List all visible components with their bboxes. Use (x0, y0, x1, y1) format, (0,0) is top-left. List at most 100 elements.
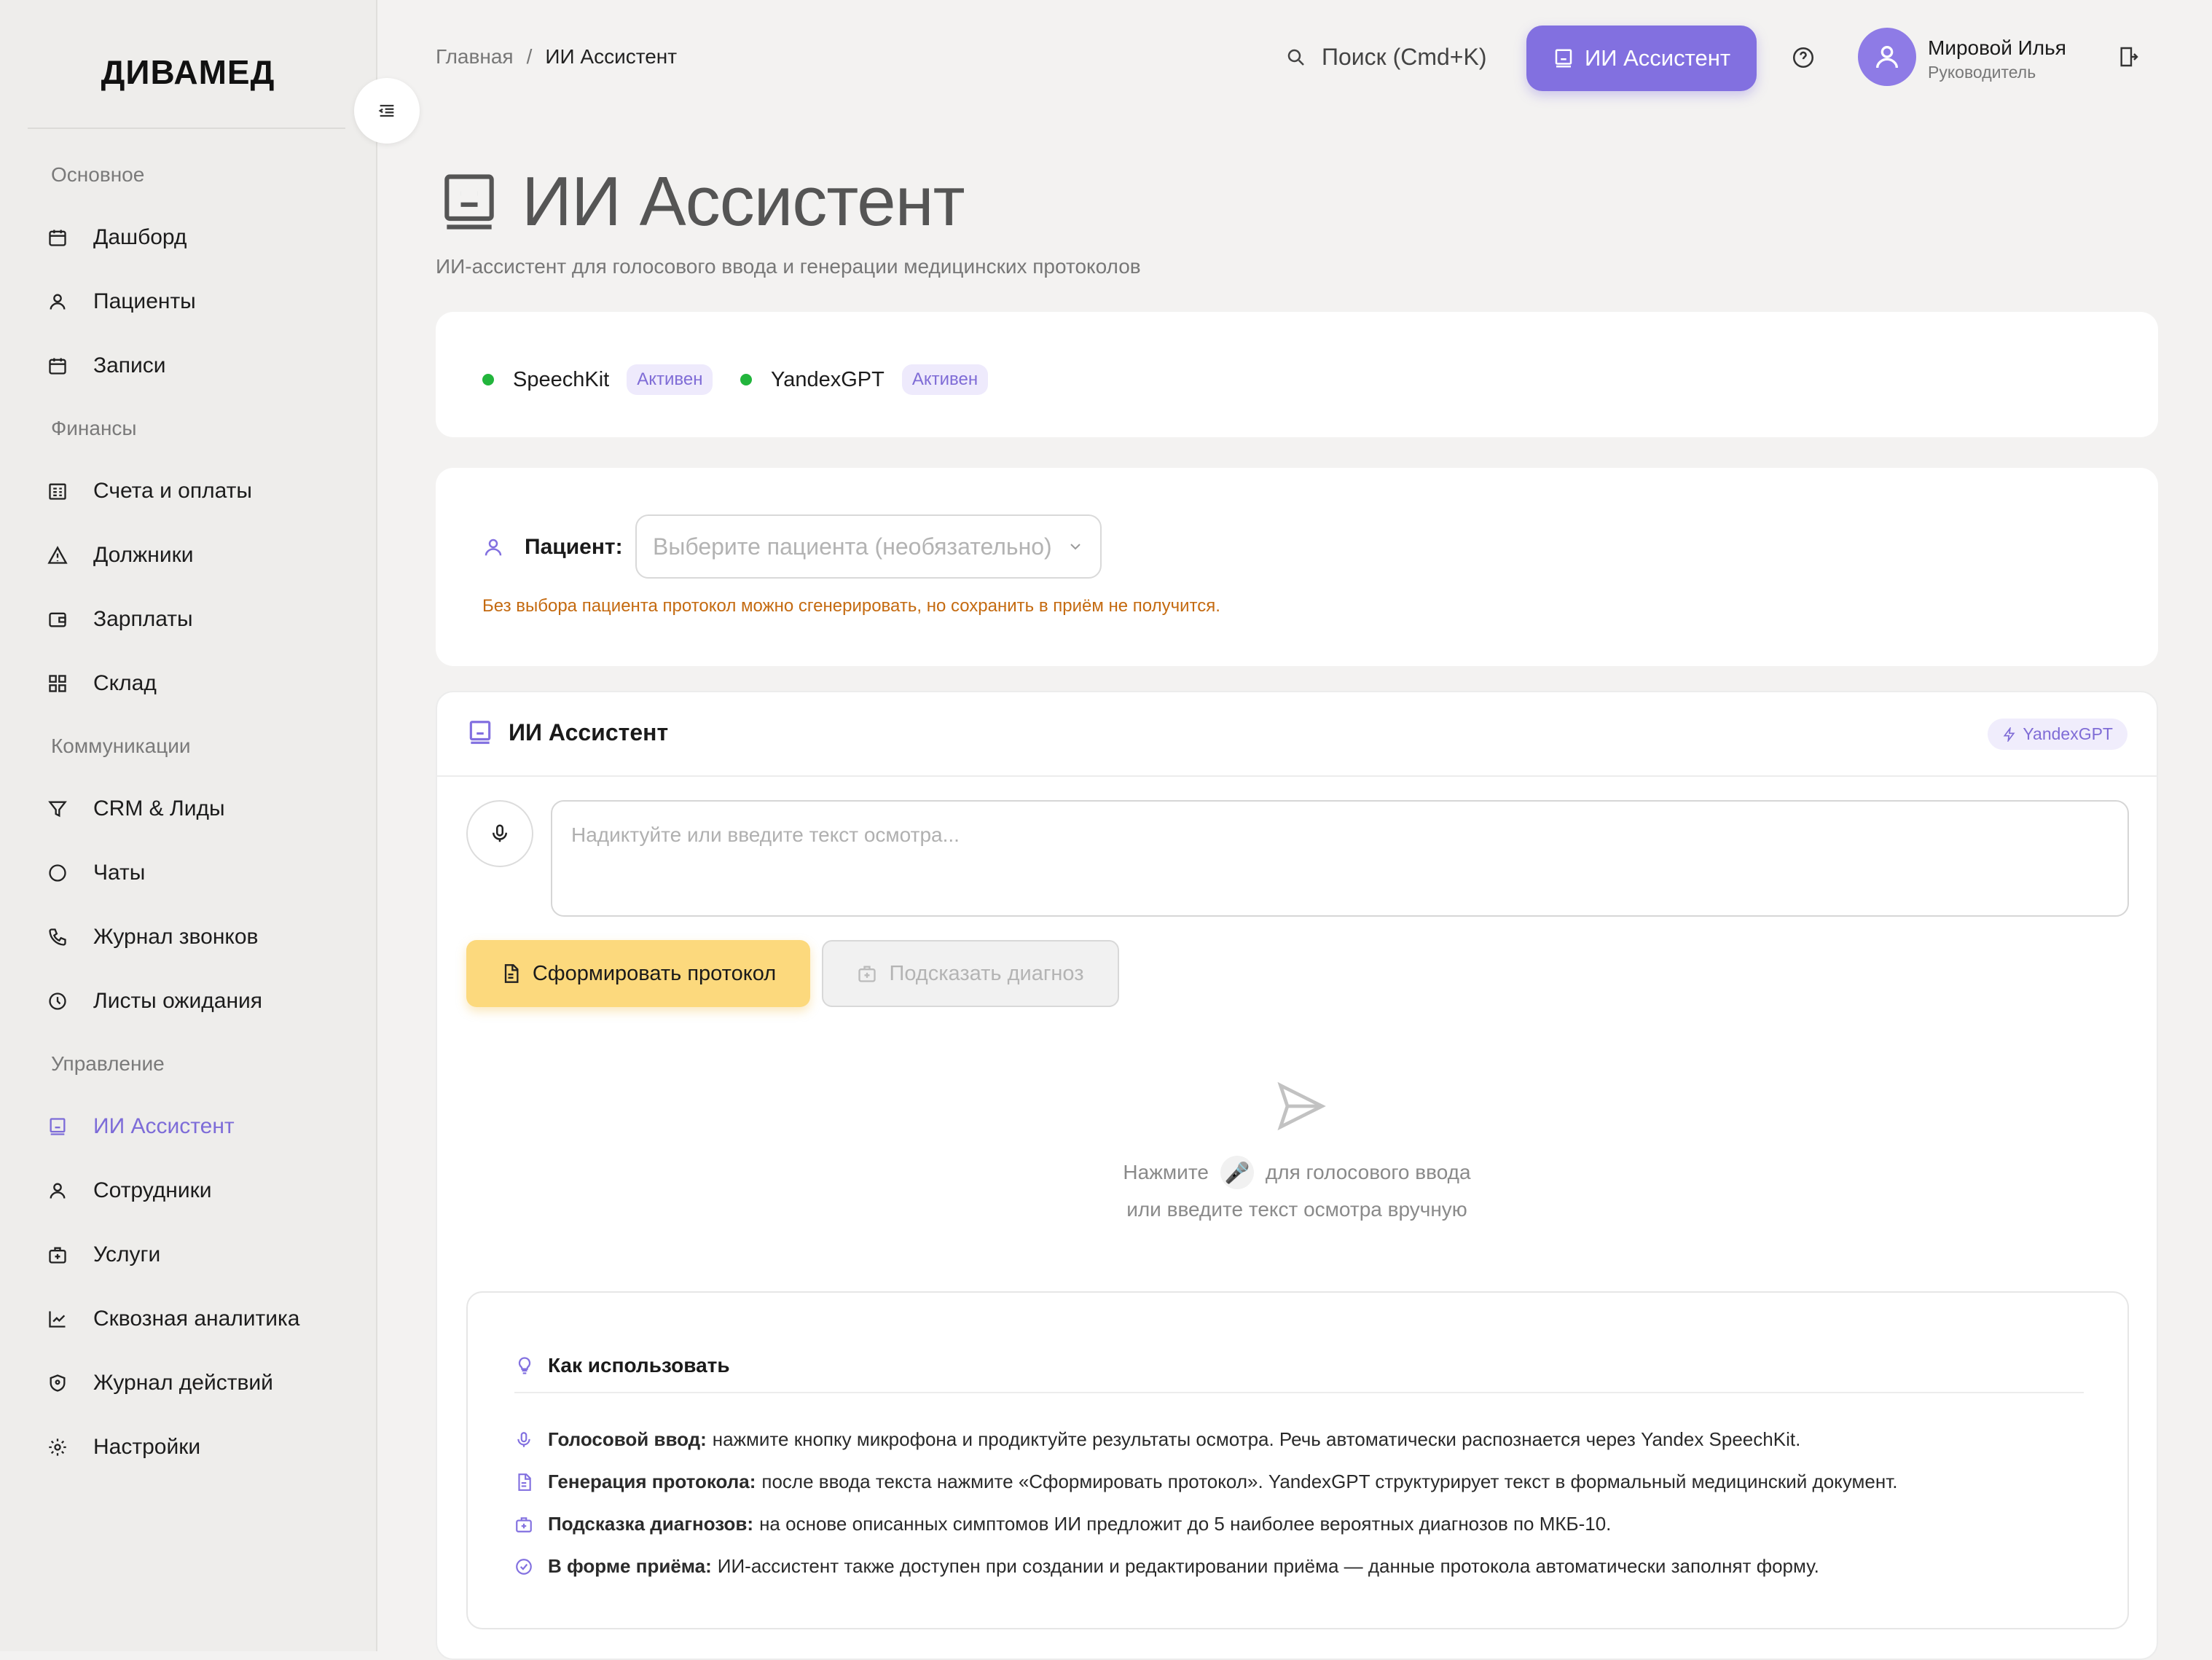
robot-icon (466, 719, 509, 746)
howto-tip: В форме приёма: ИИ-ассистент также досту… (514, 1555, 1819, 1578)
sidebar-item-invoices[interactable]: Счета и оплаты (45, 469, 252, 513)
receipt-icon (45, 479, 70, 504)
tip-text: на основе описанных симптомов ИИ предлож… (759, 1513, 1612, 1535)
generate-protocol-button[interactable]: Сформировать протокол (466, 940, 810, 1007)
sidebar-item-debtors[interactable]: Должники (45, 533, 193, 577)
sidebar-item-appointments[interactable]: Записи (45, 344, 166, 388)
sidebar-item-label: Листы ожидания (93, 989, 263, 1013)
breadcrumb-separator: / (526, 45, 533, 68)
status-dot (740, 374, 752, 385)
empty-state-post: для голосового ввода (1265, 1161, 1471, 1183)
exam-text-input[interactable]: Надиктуйте или введите текст осмотра... (551, 800, 2129, 917)
lightning-icon (2002, 727, 2023, 742)
user-icon (1872, 42, 1902, 71)
tip-text: ИИ-ассистент также доступен при создании… (717, 1555, 1819, 1577)
breadcrumb-home[interactable]: Главная (436, 45, 514, 68)
assistant-card-header: ИИ Ассистент (466, 719, 668, 746)
services-status-card: SpeechKit Активен YandexGPT Активен (436, 312, 2158, 437)
patient-select[interactable]: Выберите пациента (необязательно) (635, 514, 1102, 579)
document-icon (514, 1473, 548, 1492)
divider (514, 1392, 2084, 1393)
assistant-card: ИИ Ассистент YandexGPT Надиктуйте или вв… (436, 691, 2158, 1660)
help-icon[interactable] (1791, 45, 1816, 70)
medkit-icon (514, 1515, 548, 1534)
sidebar-item-label: CRM & Лиды (93, 796, 225, 821)
patient-label: Пациент: (482, 535, 623, 560)
calendar-icon (45, 353, 70, 378)
send-icon (1274, 1078, 1329, 1134)
check-circle-icon (514, 1557, 548, 1576)
sidebar-item-call-log[interactable]: Журнал звонков (45, 915, 259, 959)
sidebar-item-ai-assistant[interactable]: ИИ Ассистент (45, 1105, 235, 1148)
tip-title: В форме приёма: (548, 1555, 712, 1577)
microphone-emoji: 🎤 (1220, 1156, 1254, 1189)
logo: ДИВАМЕД (101, 53, 275, 91)
ai-button-label: ИИ Ассистент (1584, 45, 1731, 71)
service-name: YandexGPT (771, 367, 885, 391)
tip-title: Генерация протокола: (548, 1471, 756, 1492)
sidebar-item-audit-log[interactable]: Журнал действий (45, 1361, 273, 1405)
assistant-card-title: ИИ Ассистент (509, 719, 669, 745)
sidebar-item-label: Сквозная аналитика (93, 1307, 300, 1331)
sidebar-item-label: Настройки (93, 1435, 201, 1459)
sidebar-item-crm[interactable]: CRM & Лиды (45, 787, 225, 831)
sidebar-item-analytics[interactable]: Сквозная аналитика (45, 1297, 300, 1341)
patient-label-text: Пациент: (525, 535, 623, 559)
sidebar-item-salaries[interactable]: Зарплаты (45, 598, 193, 641)
suggest-diagnosis-button[interactable]: Подсказать диагноз (822, 940, 1119, 1007)
nav-section-management: Управление (51, 1052, 165, 1075)
wallet-icon (45, 607, 70, 632)
howto-header: Как использовать (514, 1354, 730, 1377)
divider (28, 128, 345, 129)
user-icon (45, 1178, 70, 1203)
empty-state-line2: или введите текст осмотра вручную (1126, 1198, 1467, 1221)
search-label: Поиск (Cmd+K) (1322, 44, 1487, 70)
sidebar-item-settings[interactable]: Настройки (45, 1425, 200, 1469)
sidebar-item-label: Счета и оплаты (93, 479, 252, 503)
user-role: Руководитель (1928, 63, 2036, 82)
sidebar-item-patients[interactable]: Пациенты (45, 280, 196, 324)
grid-icon (45, 671, 70, 696)
sidebar-item-label: Журнал звонков (93, 925, 259, 949)
sidebar-item-waitlists[interactable]: Листы ожидания (45, 979, 262, 1023)
sidebar-item-staff[interactable]: Сотрудники (45, 1169, 212, 1213)
engine-badge-label: YandexGPT (2023, 724, 2113, 743)
breadcrumb: Главная / ИИ Ассистент (436, 45, 677, 68)
sidebar-item-services[interactable]: Услуги (45, 1233, 160, 1277)
service-status-yandexgpt: YandexGPT Активен (740, 364, 989, 395)
user-icon (482, 536, 525, 558)
clock-icon (45, 989, 70, 1014)
user-icon (45, 289, 70, 314)
sidebar-item-chats[interactable]: Чаты (45, 851, 145, 895)
ai-assistant-header-button[interactable]: ИИ Ассистент (1526, 26, 1757, 91)
medkit-icon (45, 1242, 70, 1267)
search-icon (1285, 47, 1322, 68)
engine-badge: YandexGPT (1988, 719, 2127, 750)
microphone-icon (489, 823, 511, 845)
collapse-sidebar-button[interactable] (354, 78, 420, 144)
lightbulb-icon (514, 1355, 548, 1376)
avatar[interactable] (1858, 28, 1916, 86)
chevron-down-icon (1067, 538, 1084, 555)
generate-protocol-label: Сформировать протокол (532, 961, 777, 985)
logout-icon[interactable] (2117, 45, 2140, 68)
sidebar-item-label: Дашборд (93, 225, 187, 249)
howto-tip: Голосовой ввод: нажмите кнопку микрофона… (514, 1428, 1800, 1451)
shield-icon (45, 1371, 70, 1395)
divider (437, 775, 2157, 777)
sidebar-item-label: Чаты (93, 861, 146, 885)
microphone-button[interactable] (466, 800, 533, 867)
howto-tip: Подсказка диагнозов: на основе описанных… (514, 1513, 1611, 1535)
patient-select-placeholder: Выберите пациента (необязательно) (653, 533, 1052, 560)
robot-icon (1553, 47, 1585, 69)
search-button[interactable]: Поиск (Cmd+K) (1285, 44, 1486, 71)
warning-icon (45, 543, 70, 568)
main-content: Главная / ИИ Ассистент Поиск (Cmd+K) ИИ … (377, 0, 2212, 1660)
sidebar-item-label: Зарплаты (93, 607, 193, 631)
sidebar-item-dashboard[interactable]: Дашборд (45, 216, 187, 259)
nav-section-finance: Финансы (51, 417, 137, 439)
howto-title: Как использовать (548, 1354, 730, 1377)
status-badge: Активен (627, 364, 713, 395)
sidebar-item-warehouse[interactable]: Склад (45, 662, 157, 705)
patient-warning: Без выбора пациента протокол можно сгене… (482, 596, 1220, 616)
